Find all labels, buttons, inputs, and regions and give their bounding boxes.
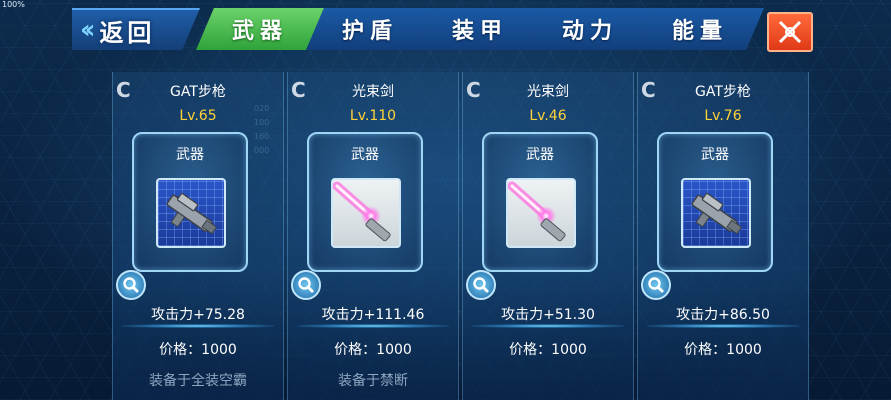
- tab-label: 护盾: [341, 19, 398, 44]
- equipped-status: 装备于禁断: [338, 373, 408, 389]
- tab-energy[interactable]: 能量: [636, 8, 764, 50]
- inspect-button[interactable]: [291, 270, 321, 300]
- magnifier-icon: [123, 277, 139, 293]
- magnifier-icon: [473, 277, 489, 293]
- item-type-label: 武器: [526, 147, 554, 163]
- back-button-label: 返回: [99, 18, 156, 47]
- inspect-button[interactable]: [641, 270, 671, 300]
- equipped-status: 装备于全装空霸: [149, 373, 247, 389]
- item-price: 价格：1000: [159, 342, 237, 358]
- zoom-indicator: 100%: [2, 0, 25, 9]
- item-price: 价格：1000: [334, 342, 412, 358]
- item-type-label: 武器: [701, 147, 729, 163]
- magnifier-icon: [648, 277, 664, 293]
- equipment-card[interactable]: C GAT步枪 Lv.76 武器 攻击力+86.50 价格：1000: [637, 72, 809, 400]
- magnifier-icon: [298, 277, 314, 293]
- item-price: 价格：1000: [509, 342, 587, 358]
- tab-power[interactable]: 动力: [526, 8, 654, 50]
- item-name: GAT步枪: [170, 84, 226, 100]
- item-name: GAT步枪: [695, 84, 751, 100]
- tab-shield[interactable]: 护盾: [306, 8, 434, 50]
- rifle-icon: [156, 178, 226, 248]
- tab-armor[interactable]: 装甲: [416, 8, 544, 50]
- scale-mark: 100: [254, 118, 270, 127]
- item-type-label: 武器: [351, 147, 379, 163]
- scale-mark: 000: [254, 146, 270, 155]
- tab-label: 装甲: [451, 19, 508, 44]
- item-frame: 武器: [482, 132, 598, 272]
- attack-stat: 攻击力+86.50: [676, 307, 770, 323]
- tab-label: 武器: [231, 19, 288, 44]
- attack-stat: 攻击力+75.28: [151, 307, 245, 323]
- scale-mark: 020: [254, 104, 270, 113]
- close-icon: [778, 20, 802, 44]
- item-frame: 武器: [657, 132, 773, 272]
- tab-label: 动力: [561, 19, 618, 44]
- item-level: Lv.76: [704, 108, 742, 124]
- item-level: Lv.46: [529, 108, 567, 124]
- divider-glow: [472, 324, 624, 328]
- attack-stat: 攻击力+51.30: [501, 307, 595, 323]
- divider-glow: [647, 324, 799, 328]
- close-button[interactable]: [767, 12, 813, 52]
- item-name: 光束剑: [527, 84, 569, 100]
- item-frame: 武器: [307, 132, 423, 272]
- inspect-button[interactable]: [466, 270, 496, 300]
- divider-glow: [297, 324, 449, 328]
- back-button[interactable]: ‹‹ 返回: [72, 8, 200, 50]
- item-level: Lv.110: [349, 108, 397, 124]
- tab-label: 能量: [671, 19, 728, 44]
- tab-weapon[interactable]: 武器: [196, 8, 324, 50]
- rifle-icon: [681, 178, 751, 248]
- beam-saber-icon: [506, 178, 576, 248]
- item-price: 价格：1000: [684, 342, 762, 358]
- inspect-button[interactable]: [116, 270, 146, 300]
- back-chevron-icon: ‹‹: [80, 15, 96, 45]
- scale-marks: 020 100 160 000: [254, 102, 269, 158]
- attack-stat: 攻击力+111.46: [321, 307, 425, 323]
- equipment-card[interactable]: C 光束剑 Lv.46 武器 攻击力+51.30 价格：1000: [462, 72, 634, 400]
- item-type-label: 武器: [176, 147, 204, 163]
- equipment-card[interactable]: C 光束剑 Lv.110 武器 攻击力+111.46 价格：1000 装备于禁断: [287, 72, 459, 400]
- beam-saber-icon: [331, 178, 401, 248]
- item-frame: 武器: [132, 132, 248, 272]
- divider-glow: [122, 324, 274, 328]
- item-name: 光束剑: [352, 84, 394, 100]
- scale-mark: 160: [254, 132, 270, 141]
